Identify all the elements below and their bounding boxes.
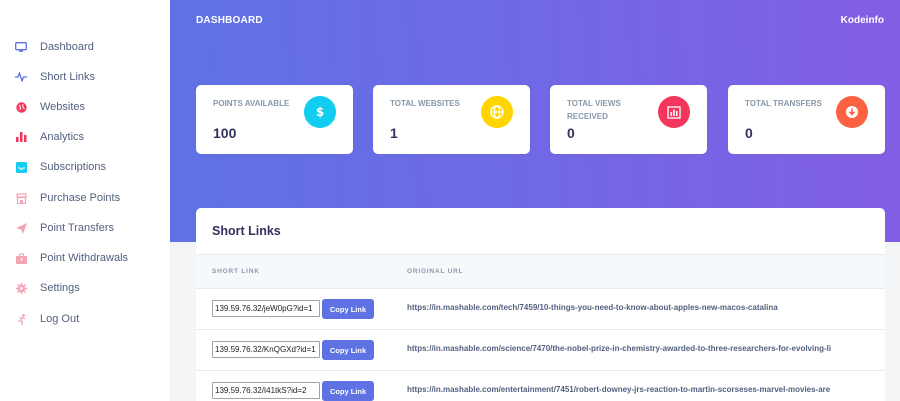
copy-link-button[interactable]: Copy Link	[322, 299, 374, 319]
short-link-input[interactable]	[212, 341, 320, 358]
stat-value: 100	[213, 125, 237, 141]
card-title: Short Links	[212, 224, 281, 238]
stat-value: 1	[390, 125, 398, 141]
stat-label: TOTAL VIEWS RECEIVED	[567, 99, 621, 121]
sidebar-item-analytics[interactable]: Analytics	[0, 122, 170, 152]
svg-text:$: $	[316, 105, 324, 119]
sidebar-item-dashboard[interactable]: Dashboard	[0, 32, 170, 62]
original-url: https://in.mashable.com/science/7470/the…	[407, 344, 832, 353]
sidebar-item-label: Log Out	[40, 313, 80, 325]
sidebar-item-label: Short Links	[40, 71, 96, 83]
stat-card-websites: TOTAL WEBSITES 1	[373, 85, 530, 154]
chart-icon	[658, 96, 690, 128]
copy-link-button[interactable]: Copy Link	[322, 381, 374, 401]
sidebar-item-label: Purchase Points	[40, 192, 121, 204]
sidebar-item-label: Websites	[40, 101, 86, 113]
sidebar-item-settings[interactable]: Settings	[0, 273, 170, 303]
short-link-input[interactable]	[212, 300, 320, 317]
globe-icon	[481, 96, 513, 128]
shop-icon	[15, 192, 27, 204]
sidebar-item-purchase-points[interactable]: Purchase Points	[0, 183, 170, 213]
column-header-original-url: ORIGINAL URL	[407, 268, 464, 275]
sidebar-item-short-links[interactable]: Short Links	[0, 62, 170, 92]
stat-value: 0	[567, 125, 575, 141]
sidebar-item-log-out[interactable]: Log Out	[0, 304, 170, 334]
sidebar-item-websites[interactable]: Websites	[0, 92, 170, 122]
bar-chart-icon	[15, 131, 27, 143]
sidebar-item-label: Dashboard	[40, 41, 94, 53]
sidebar-item-subscriptions[interactable]: Subscriptions	[0, 152, 170, 182]
brand-link[interactable]: Kodeinfo	[841, 15, 884, 26]
send-icon	[15, 222, 27, 234]
short-links-card: Short Links SHORT LINK ORIGINAL URL Copy…	[196, 208, 885, 401]
sidebar-item-point-transfers[interactable]: Point Transfers	[0, 213, 170, 243]
stat-label: TOTAL TRANSFERS	[745, 99, 822, 108]
gear-icon	[15, 282, 27, 294]
stat-card-transfers: TOTAL TRANSFERS 0	[728, 85, 885, 154]
sidebar-item-label: Subscriptions	[40, 161, 107, 173]
globe-icon	[15, 101, 27, 113]
short-link-input[interactable]	[212, 382, 320, 399]
stat-value: 0	[745, 125, 753, 141]
sidebar-item-label: Point Withdrawals	[40, 252, 129, 264]
dollar-icon: $	[304, 96, 336, 128]
copy-link-button[interactable]: Copy Link	[322, 340, 374, 360]
briefcase-icon	[15, 252, 27, 264]
column-header-short-link: SHORT LINK	[212, 268, 260, 275]
sidebar-item-label: Settings	[40, 282, 80, 294]
pulse-icon	[15, 71, 27, 83]
original-url: https://in.mashable.com/tech/7459/10-thi…	[407, 303, 778, 312]
table-header: SHORT LINK ORIGINAL URL	[196, 254, 885, 289]
page-title: DASHBOARD	[196, 15, 263, 26]
sidebar-item-point-withdrawals[interactable]: Point Withdrawals	[0, 243, 170, 273]
sidebar-item-label: Analytics	[40, 131, 85, 143]
stat-card-views: TOTAL VIEWS RECEIVED 0	[550, 85, 707, 154]
original-url: https://in.mashable.com/entertainment/74…	[407, 385, 831, 394]
sidebar: Dashboard Short Links Websites Analytics…	[0, 0, 170, 401]
table-row: Copy Link https://in.mashable.com/entert…	[196, 371, 885, 401]
stat-card-points: POINTS AVAILABLE 100 $	[196, 85, 353, 154]
stat-label: TOTAL WEBSITES	[390, 99, 460, 108]
sidebar-item-label: Point Transfers	[40, 222, 114, 234]
run-icon	[15, 313, 27, 325]
monitor-icon	[15, 41, 27, 53]
download-icon	[836, 96, 868, 128]
stat-label: POINTS AVAILABLE	[213, 99, 290, 108]
inbox-icon	[15, 161, 27, 173]
table-row: Copy Link https://in.mashable.com/scienc…	[196, 330, 885, 371]
table-row: Copy Link https://in.mashable.com/tech/7…	[196, 289, 885, 330]
